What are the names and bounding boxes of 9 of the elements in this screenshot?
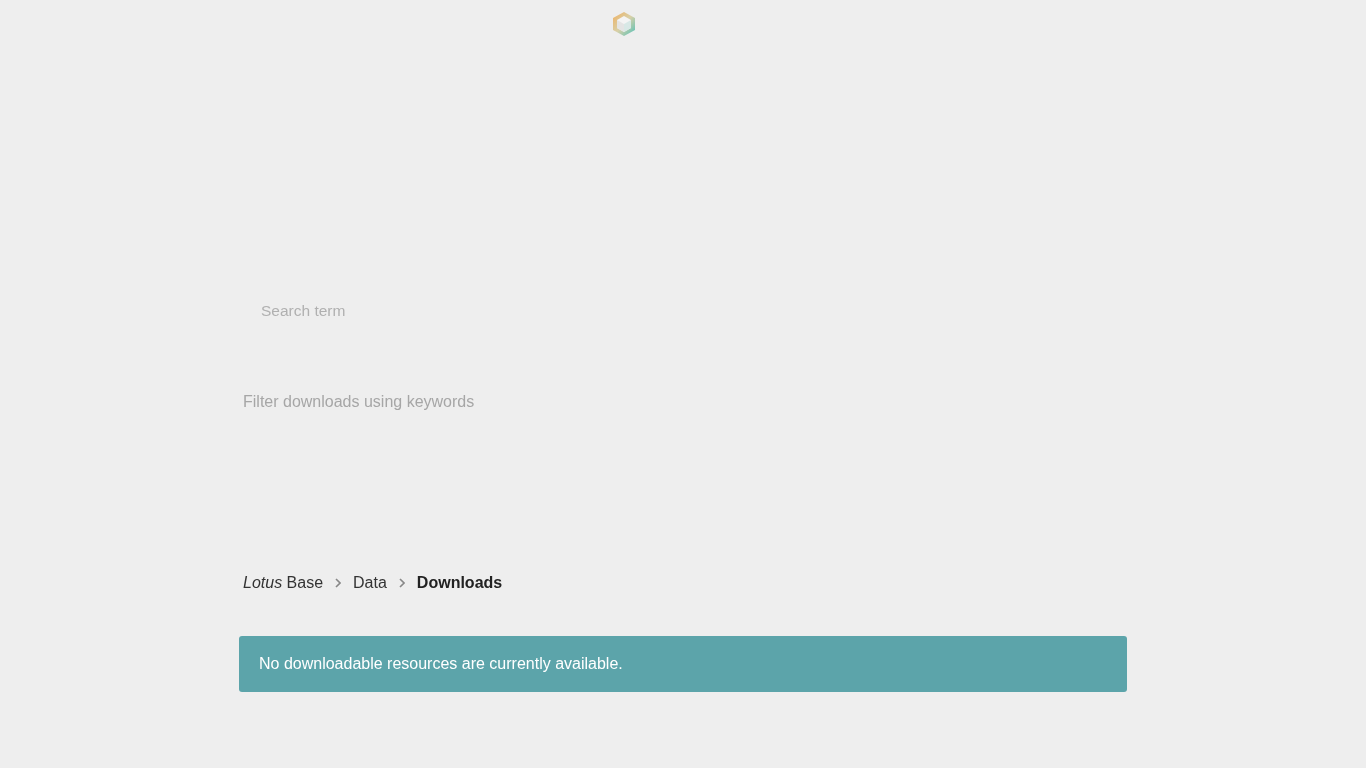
breadcrumb-link[interactable]: Lotus Base	[243, 573, 324, 593]
search-field[interactable]: Search term	[243, 291, 1123, 331]
hexagon-logo-icon[interactable]	[613, 12, 635, 36]
info-alert: No downloadable resources are currently available.	[239, 636, 1127, 692]
breadcrumb-link[interactable]: Data	[353, 573, 387, 593]
chevron-right-icon	[398, 578, 405, 588]
search-hint: Filter downloads using keywords	[243, 392, 475, 412]
current-page-title: Downloads	[416, 573, 503, 593]
chevron-right-icon	[335, 578, 342, 588]
